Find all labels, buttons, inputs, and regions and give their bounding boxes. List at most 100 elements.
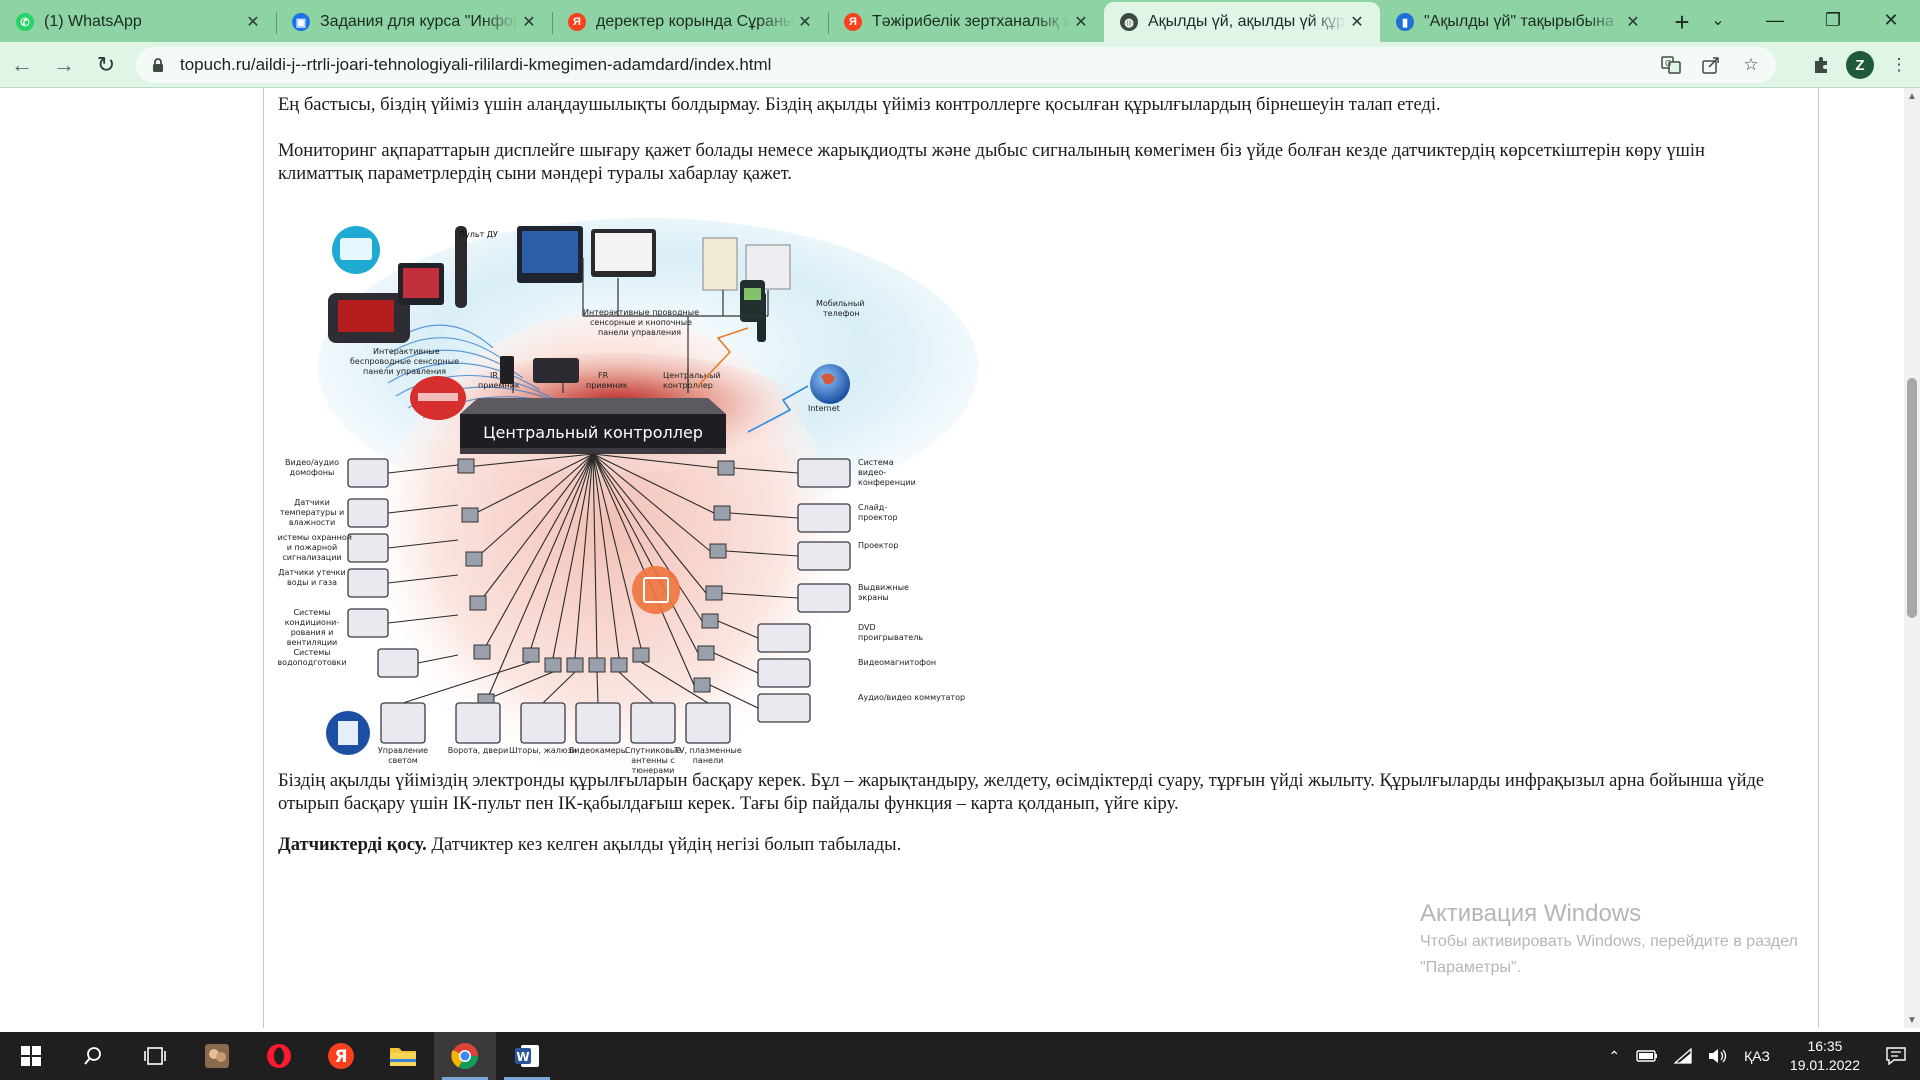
diagram-label: конференции xyxy=(858,478,916,487)
browser-tab[interactable]: ▮ "Ақылды үй" тақырыбына ✕ xyxy=(1380,2,1656,42)
lock-icon[interactable] xyxy=(150,57,166,73)
diagram-label: Ворота, двери xyxy=(448,746,508,755)
browser-tab[interactable]: Ядеректер корында Сұраны ✕ xyxy=(552,2,828,42)
tab-title: Ақылды үй, ақылды үй құр xyxy=(1148,13,1345,30)
browser-tab[interactable]: Я Тәжірибелік зертханалық ж ✕ xyxy=(828,2,1104,42)
close-tab-icon[interactable]: ✕ xyxy=(794,11,816,33)
svg-text:G: G xyxy=(1665,59,1671,68)
tab-title: (1) WhatsApp xyxy=(44,13,142,30)
vertical-scrollbar[interactable]: ▲ ▼ xyxy=(1904,88,1920,1028)
task-view-icon[interactable] xyxy=(124,1032,186,1080)
word-icon[interactable]: W xyxy=(496,1032,558,1080)
diagram-label: вентиляции xyxy=(287,638,338,647)
close-tab-icon[interactable]: ✕ xyxy=(1346,11,1368,33)
device-icon xyxy=(757,658,811,688)
device-icon xyxy=(455,702,501,744)
smart-home-diagram: Пульт ДУ Интерактивные беспроводные сенс… xyxy=(272,218,1056,784)
window-controls: — ❐ ✕ xyxy=(1746,0,1920,40)
paragraph: Мониторинг ақпараттарын дисплейге шығару… xyxy=(278,141,1705,184)
device-icon xyxy=(630,702,676,744)
yandex-icon: Я xyxy=(568,13,586,31)
junction-box xyxy=(473,644,491,660)
notifications-icon[interactable] xyxy=(1872,1032,1920,1080)
device-icon xyxy=(797,458,851,488)
tray-overflow-chevron-icon[interactable]: ⌃ xyxy=(1600,1032,1628,1080)
browser-tab[interactable]: ◍ Ақылды үй, ақылды үй құр ✕ xyxy=(1104,2,1380,42)
diagram-label: Системы xyxy=(293,608,330,617)
diagram-label: Спутниковые xyxy=(625,746,681,755)
diagram-label: экраны xyxy=(858,593,889,602)
junction-box xyxy=(697,645,715,661)
junction-box xyxy=(632,647,650,663)
address-bar[interactable]: topuch.ru/aildi-j--rtrli-joari-tehnologi… xyxy=(136,47,1776,83)
diagram-label: контроллер xyxy=(663,381,713,390)
minimize-icon[interactable]: — xyxy=(1746,0,1804,40)
share-icon[interactable] xyxy=(1700,54,1722,76)
paragraph: Ең бастысы, біздің үйіміз үшін алаңдаушы… xyxy=(278,95,1441,115)
windows-start-icon[interactable] xyxy=(0,1032,62,1080)
diagram-label: Мобильный xyxy=(816,299,865,308)
yandex-browser-icon[interactable]: Я xyxy=(310,1032,372,1080)
device-icon xyxy=(347,608,389,638)
device-icon xyxy=(757,623,811,653)
junction-box xyxy=(465,551,483,567)
diagram-label: Слайд- xyxy=(858,503,887,512)
new-tab-button[interactable]: + xyxy=(1660,2,1704,42)
junction-box xyxy=(610,657,628,673)
junction-box xyxy=(693,677,711,693)
forward-icon[interactable]: → xyxy=(44,47,84,83)
close-tab-icon[interactable]: ✕ xyxy=(1622,11,1644,33)
translate-icon[interactable]: G xyxy=(1660,54,1682,76)
diagram-label: Центральный xyxy=(663,371,721,380)
junction-box xyxy=(522,647,540,663)
diagram-label: приемник xyxy=(478,381,520,390)
opera-icon[interactable] xyxy=(248,1032,310,1080)
yandex-icon: Я xyxy=(844,13,862,31)
tab-search-icon[interactable]: ⌄ xyxy=(1700,6,1736,34)
scroll-up-arrow-icon[interactable]: ▲ xyxy=(1904,88,1920,104)
junction-box xyxy=(717,460,735,476)
junction-box xyxy=(701,613,719,629)
tab-title: "Ақылды үй" тақырыбына xyxy=(1424,13,1614,30)
watermark-line: Чтобы активировать Windows, перейдите в … xyxy=(1420,933,1798,950)
close-tab-icon[interactable]: ✕ xyxy=(242,11,264,33)
reload-icon[interactable]: ↻ xyxy=(86,47,126,83)
close-window-icon[interactable]: ✕ xyxy=(1862,0,1920,40)
diagram-label: водоподготовки xyxy=(278,658,347,667)
volume-icon[interactable] xyxy=(1700,1032,1736,1080)
browser-tab[interactable]: ▣ Задания для курса "Инфор ✕ xyxy=(276,2,552,42)
extensions-puzzle-icon[interactable] xyxy=(1810,54,1832,76)
menu-kebab-icon[interactable]: ⋮ xyxy=(1888,54,1910,76)
language-indicator[interactable]: ҚАЗ xyxy=(1736,1032,1778,1080)
internet-globe-icon xyxy=(810,364,850,404)
profile-avatar[interactable]: Z xyxy=(1846,51,1874,79)
file-explorer-icon[interactable] xyxy=(372,1032,434,1080)
diagram-label: светом xyxy=(388,756,418,765)
diagram-label: Аудио/видео коммутатор xyxy=(858,693,965,702)
scroll-thumb[interactable] xyxy=(1907,378,1917,618)
scroll-down-arrow-icon[interactable]: ▼ xyxy=(1904,1012,1920,1028)
restore-icon[interactable]: ❐ xyxy=(1804,0,1862,40)
bookmark-star-icon[interactable]: ☆ xyxy=(1740,54,1762,76)
diagram-label: TV, плазменные xyxy=(673,746,742,755)
diagram-label: влажности xyxy=(289,518,335,527)
wifi-icon[interactable] xyxy=(1666,1032,1700,1080)
chrome-icon[interactable] xyxy=(434,1032,496,1080)
device-icon xyxy=(380,702,426,744)
url-text[interactable]: topuch.ru/aildi-j--rtrli-joari-tehnologi… xyxy=(180,55,771,75)
close-tab-icon[interactable]: ✕ xyxy=(518,11,540,33)
diagram-label: Датчики xyxy=(294,498,330,507)
battery-icon[interactable] xyxy=(1628,1032,1666,1080)
diagram-label: Система xyxy=(858,458,894,467)
close-tab-icon[interactable]: ✕ xyxy=(1070,11,1092,33)
central-controller-icon xyxy=(460,398,726,414)
back-icon[interactable]: ← xyxy=(2,47,42,83)
system-clock[interactable]: 16:35 19.01.2022 xyxy=(1778,1037,1872,1075)
search-icon[interactable] xyxy=(62,1032,124,1080)
diagram-label: Видео/аудио xyxy=(285,458,339,467)
diagram-label: Шторы, жалюзи xyxy=(509,746,577,755)
browser-tab[interactable]: ✆ (1) WhatsApp ✕ xyxy=(0,2,276,42)
app-icon[interactable] xyxy=(186,1032,248,1080)
smart-hub-icon xyxy=(632,566,680,614)
clock-date: 19.01.2022 xyxy=(1789,1057,1860,1073)
